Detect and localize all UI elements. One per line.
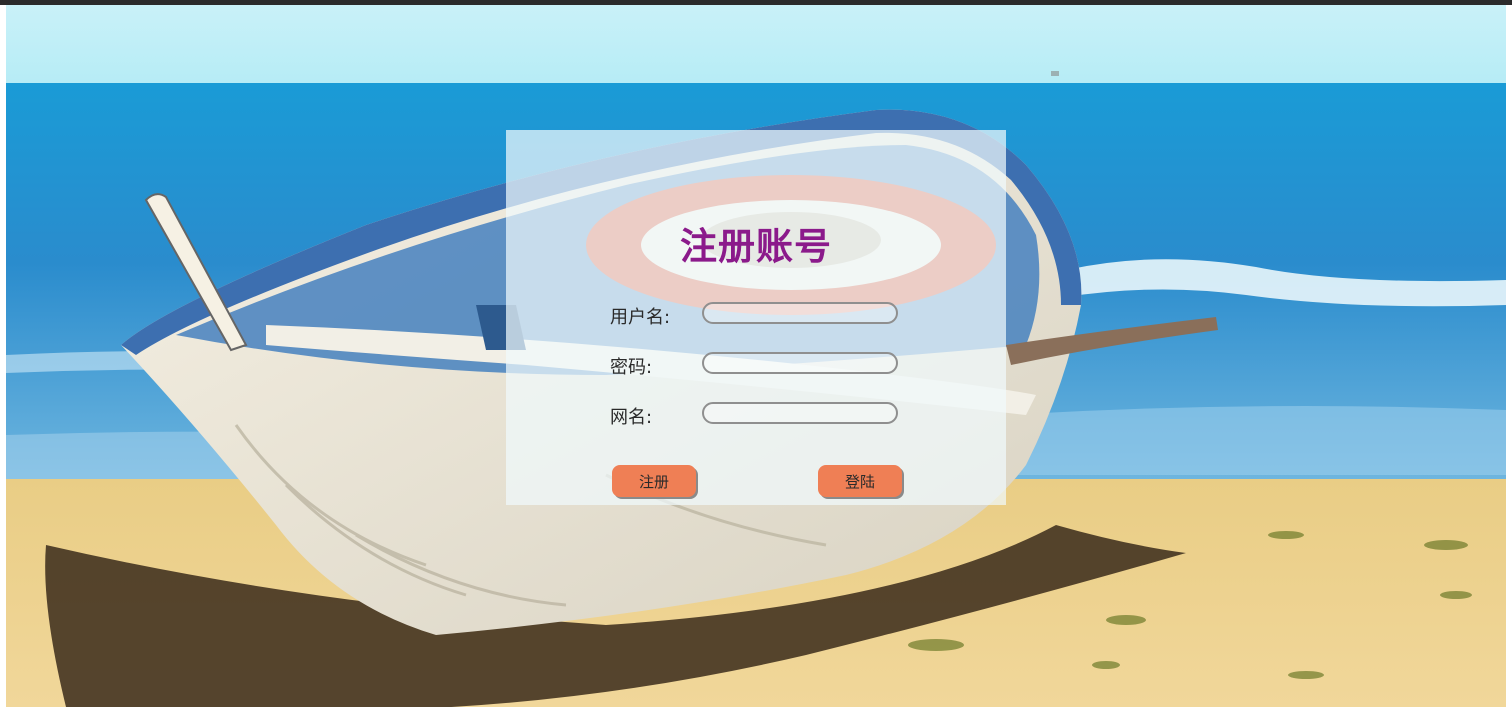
nickname-input[interactable] xyxy=(702,402,898,424)
login-button[interactable]: 登陆 xyxy=(818,465,902,497)
register-form-panel: 注册账号 用户名: 密码: 网名: 注册 登陆 xyxy=(506,130,1006,505)
username-label: 用户名: xyxy=(610,307,671,328)
password-label: 密码: xyxy=(610,357,653,378)
password-input[interactable] xyxy=(702,352,898,374)
form-title: 注册账号 xyxy=(680,225,832,268)
nickname-label: 网名: xyxy=(610,407,653,428)
register-button[interactable]: 注册 xyxy=(612,465,696,497)
username-input[interactable] xyxy=(702,302,898,324)
